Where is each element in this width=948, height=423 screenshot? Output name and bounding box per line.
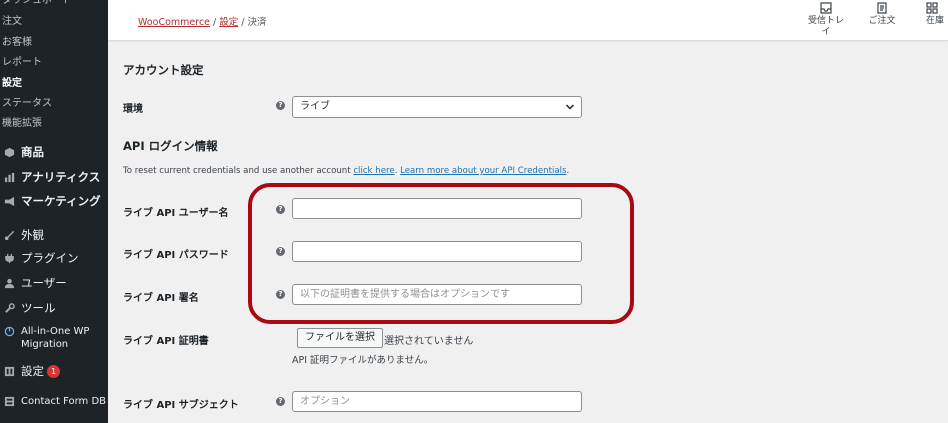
api-subject-label: ライブ API サブジェクト: [123, 400, 239, 411]
sidebar-item-label: 商品: [21, 145, 44, 159]
migration-icon: [0, 326, 18, 337]
user-icon: [0, 278, 18, 289]
choose-file-button[interactable]: ファイルを選択: [297, 328, 383, 348]
help-icon[interactable]: ?: [276, 290, 285, 299]
sidebar-item-label: All-in-One WP Migration: [21, 326, 90, 350]
breadcrumb: WooCommerce / 設定 / 決済: [138, 14, 266, 28]
sidebar-item-label: ユーザー: [21, 276, 67, 290]
sidebar-item-appearance[interactable]: 外観: [0, 227, 108, 243]
sidebar-item-plugins[interactable]: プラグイン: [0, 250, 108, 266]
stock-button[interactable]: 在庫: [926, 0, 948, 41]
api-signature-input[interactable]: [292, 284, 582, 305]
update-count-badge: 1: [47, 364, 60, 378]
help-icon[interactable]: ?: [276, 397, 285, 406]
breadcrumb-woocommerce-link[interactable]: WooCommerce: [138, 17, 210, 28]
wrench-icon: [0, 302, 18, 314]
breadcrumb-settings-link[interactable]: 設定: [219, 17, 238, 28]
sidebar-item-marketing[interactable]: マーケティング: [0, 193, 108, 209]
submenu-settings[interactable]: 設定: [0, 77, 108, 91]
sidebar-item-tools[interactable]: ツール: [0, 300, 108, 316]
orders-label: ご注文: [868, 16, 896, 26]
api-certificate-label: ライブ API 証明書: [123, 336, 209, 347]
database-icon: [0, 396, 18, 407]
megaphone-icon: [0, 196, 18, 207]
chevron-down-icon: [565, 104, 575, 110]
inbox-button[interactable]: 受信トレイ: [804, 0, 848, 41]
sidebar-item-users[interactable]: ユーザー: [0, 275, 108, 291]
sidebar-item-label: 外観: [21, 228, 44, 242]
help-icon[interactable]: ?: [276, 247, 285, 256]
inbox-label: 受信トレイ: [808, 16, 845, 37]
stock-grid-icon: [926, 2, 938, 14]
sidebar-item-label: マーケティング: [21, 194, 101, 208]
breadcrumb-current: 決済: [247, 17, 267, 28]
api-username-input[interactable]: [292, 198, 582, 219]
api-login-heading: API ログイン情報: [123, 139, 218, 153]
sidebar-item-label: Contact Form DB: [21, 396, 107, 407]
help-icon[interactable]: ?: [276, 205, 285, 214]
api-password-input[interactable]: [292, 241, 582, 262]
api-subject-input[interactable]: [292, 391, 582, 412]
submenu-reports[interactable]: レポート: [0, 56, 108, 70]
orders-button[interactable]: ご注文: [864, 0, 900, 41]
click-here-link[interactable]: click here: [353, 166, 394, 176]
help-icon[interactable]: ?: [276, 101, 285, 110]
sidebar-item-migration[interactable]: All-in-One WP Migration: [0, 325, 108, 351]
plug-icon: [0, 253, 18, 264]
environment-select[interactable]: ライブ: [292, 96, 582, 118]
learn-more-link[interactable]: Learn more about your API Credentials: [400, 166, 566, 176]
stock-label: 在庫: [926, 16, 945, 26]
breadcrumb-separator: /: [241, 17, 245, 28]
submenu-orders[interactable]: 注文: [0, 15, 108, 29]
certificate-note: API 証明ファイルがありません。: [292, 355, 434, 366]
settings-icon: [0, 366, 18, 377]
sidebar-item-label: プラグイン: [21, 251, 79, 265]
submenu-status[interactable]: ステータス: [0, 97, 108, 111]
woocommerce-header: WooCommerce / 設定 / 決済 受信トレイ ご注文 在庫: [108, 0, 948, 41]
account-settings-heading: アカウント設定: [123, 63, 204, 77]
credentials-description: To reset current credentials and use ano…: [123, 166, 569, 176]
submenu-extensions[interactable]: 機能拡張: [0, 117, 108, 131]
payment-settings-form: アカウント設定 環境 ? ライブ API ログイン情報 To reset cur…: [108, 41, 948, 423]
submenu-customers[interactable]: お客様: [0, 36, 108, 50]
credentials-text: To reset current credentials and use ano…: [123, 166, 354, 176]
orders-icon: [877, 2, 887, 14]
breadcrumb-separator: /: [213, 17, 217, 28]
inbox-icon: [820, 2, 832, 14]
paintbrush-icon: [0, 230, 18, 241]
sidebar-item-label: 設定: [21, 364, 44, 378]
api-signature-label: ライブ API 署名: [123, 293, 199, 304]
admin-sidebar: ダッシュボード 注文 お客様 レポート 設定 ステータス 機能拡張 商品 アナリ…: [0, 0, 108, 423]
sidebar-item-label: ツール: [21, 301, 56, 315]
sidebar-item-products[interactable]: 商品: [0, 144, 108, 160]
cube-icon: [0, 147, 18, 158]
sidebar-item-label: アナリティクス: [21, 170, 101, 184]
file-status-text: 選択されていません: [384, 336, 474, 347]
sidebar-item-analytics[interactable]: アナリティクス: [0, 169, 108, 185]
environment-value: ライブ: [300, 101, 330, 112]
bar-chart-icon: [0, 172, 18, 183]
period-end: .: [566, 166, 570, 176]
sidebar-item-settings[interactable]: 設定 1: [0, 363, 108, 379]
api-username-label: ライブ API ユーザー名: [123, 208, 229, 219]
api-password-label: ライブ API パスワード: [123, 250, 229, 261]
sidebar-item-contact-form-db[interactable]: Contact Form DB: [0, 396, 108, 407]
environment-label: 環境: [123, 104, 143, 115]
submenu-dashboard[interactable]: ダッシュボード: [0, 0, 108, 8]
